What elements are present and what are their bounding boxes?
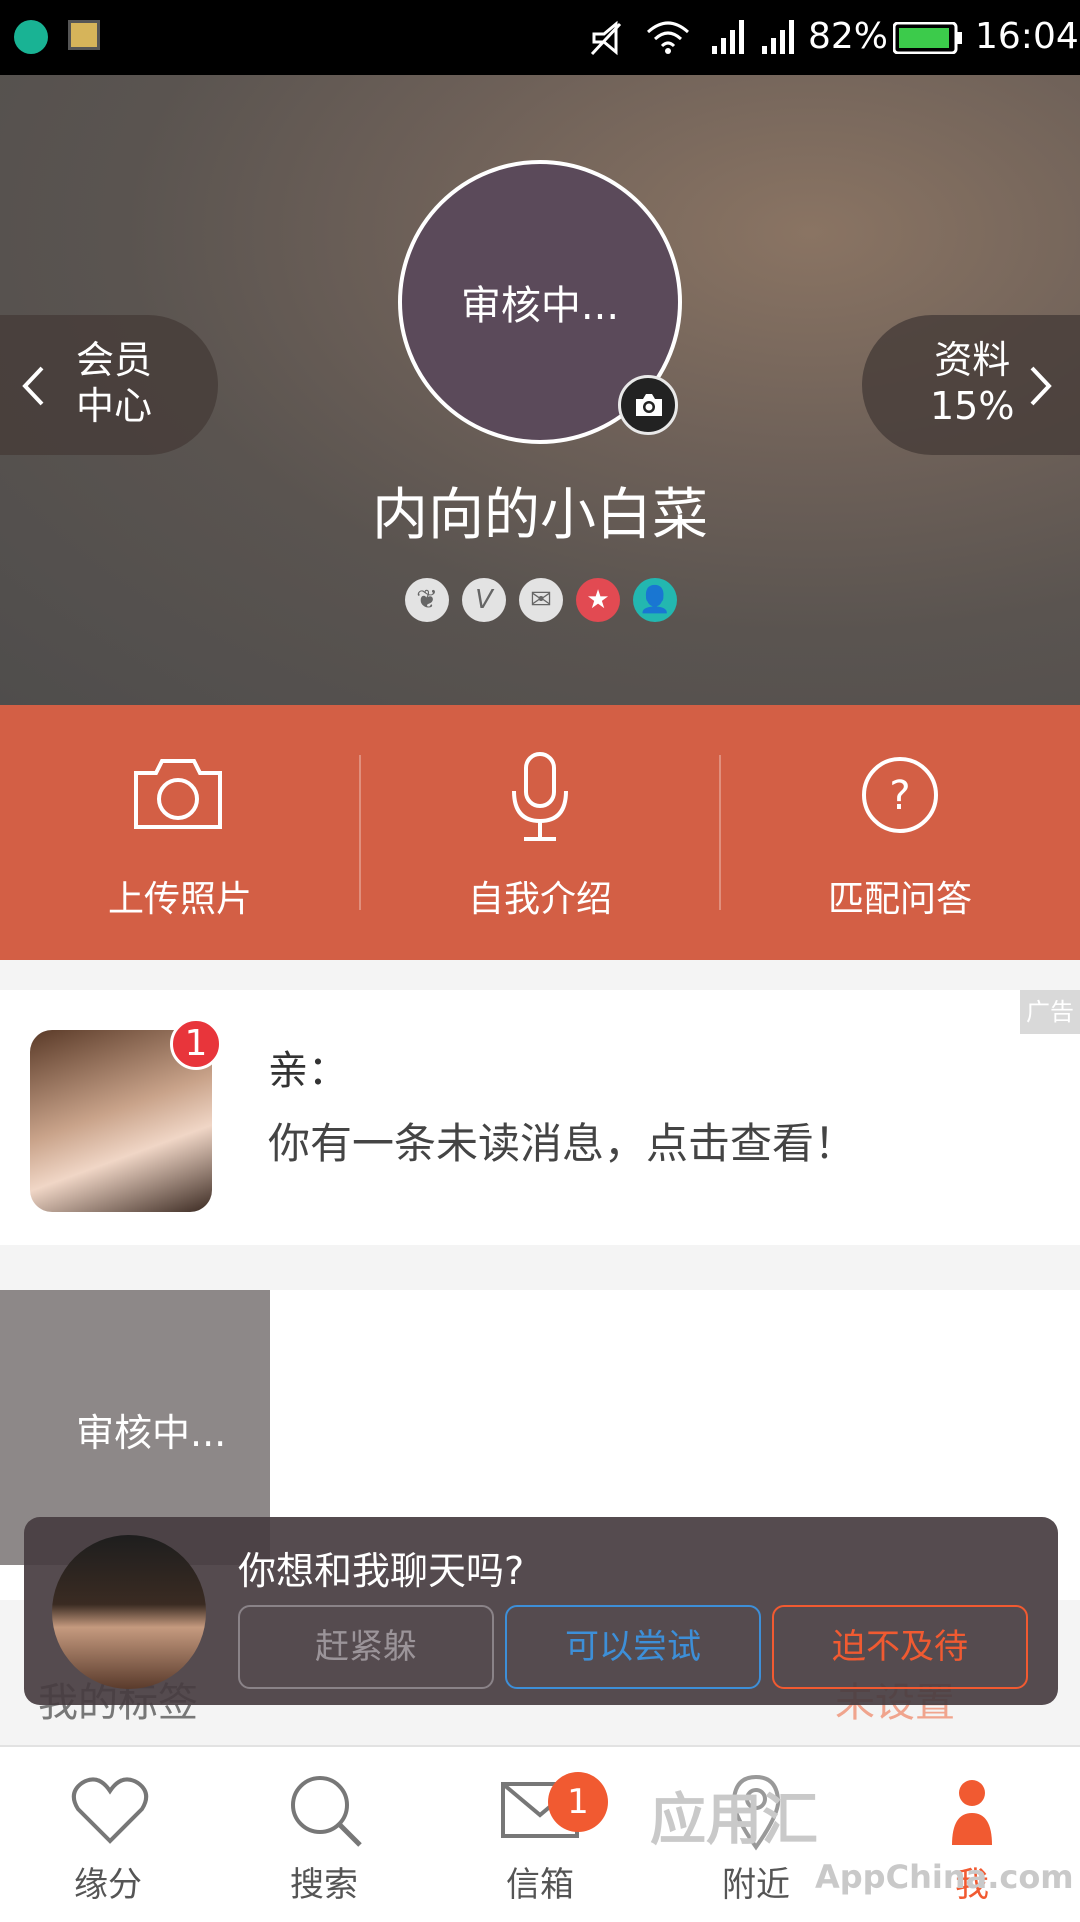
upload-photo-label: 上传照片 [107, 879, 252, 920]
tab-inbox[interactable]: 信箱 [432, 1747, 648, 1922]
chat-question: 你想和我聊天吗? [238, 1549, 525, 1593]
wifi-icon [646, 21, 690, 54]
user-icon [952, 1780, 992, 1845]
tab-search-label: 搜索 [290, 1865, 358, 1905]
tab-inbox-label: 信箱 [506, 1865, 574, 1905]
leaf-badge-icon[interactable]: ❦ [405, 578, 449, 622]
question-icon: ? [862, 757, 938, 833]
member-center-line2: 中心 [76, 384, 153, 428]
verified-user-badge-icon[interactable]: 👤 [633, 578, 677, 622]
camera-icon [134, 759, 222, 829]
watermark-subtitle: AppChina.com [815, 1858, 1074, 1896]
unread-badge: 1 [170, 1018, 222, 1070]
tab-search[interactable]: 搜索 [216, 1747, 432, 1922]
chat-user-avatar[interactable] [52, 1535, 206, 1689]
member-center-line1: 会员 [76, 338, 153, 382]
tab-fate-label: 缘分 [74, 1865, 142, 1905]
status-bar: 82% 16:04 [0, 0, 1080, 75]
self-intro-label: 自我介绍 [467, 879, 612, 920]
eager-chat-button[interactable]: 迫不及待 [772, 1605, 1028, 1689]
mail-badge-icon[interactable]: ✉ [519, 578, 563, 622]
heart-icon [71, 1777, 149, 1844]
username: 内向的小白菜 [372, 483, 708, 548]
watermark-logo: 应用汇 [650, 1788, 818, 1853]
cover-status: 审核中... [76, 1411, 227, 1455]
match-qa-button[interactable]: ? 匹配问答 [720, 705, 1080, 960]
match-qa-label: 匹配问答 [827, 879, 972, 920]
profile-title: 资料 [934, 338, 1011, 382]
profile-header: 会员 中心 审核中... 资料 15% 内向的小白菜 ❦ V ✉ ★ 👤 [0, 75, 1080, 705]
battery-percent: 82% [808, 16, 889, 57]
search-icon [291, 1776, 362, 1847]
tab-fate[interactable]: 缘分 [0, 1747, 216, 1922]
app-notification-icon [14, 20, 48, 54]
action-band: 上传照片 自我介绍 ? 匹配问答 [0, 705, 1080, 960]
vip-badge-icon[interactable]: V [462, 578, 506, 622]
chevron-left-icon [22, 366, 44, 406]
profile-completion-button[interactable]: 资料 15% [862, 315, 1080, 455]
chevron-right-icon [1030, 366, 1052, 406]
mute-icon [590, 20, 622, 56]
self-intro-button[interactable]: 自我介绍 [360, 705, 720, 960]
inbox-badge: 1 [548, 1772, 608, 1832]
badge-row: ❦ V ✉ ★ 👤 [405, 578, 690, 622]
message-title: 亲： [268, 1048, 348, 1094]
ad-label: 广告 [1020, 990, 1080, 1034]
battery-icon [893, 22, 962, 54]
image-notification-icon [68, 20, 100, 50]
message-text: 你有一条未读消息，点击查看！ [268, 1119, 857, 1168]
profile-percent: 15% [930, 384, 1015, 428]
clock: 16:04 [975, 16, 1079, 57]
change-avatar-button[interactable] [618, 375, 678, 435]
member-center-label: 会员 中心 [76, 337, 152, 429]
try-chat-button[interactable]: 可以尝试 [505, 1605, 761, 1689]
camera-icon [636, 394, 662, 416]
signal-icon-2 [762, 20, 794, 54]
upload-photo-button[interactable]: 上传照片 [0, 705, 360, 960]
hide-button[interactable]: 赶紧躲 [238, 1605, 494, 1689]
member-center-button[interactable]: 会员 中心 [0, 315, 218, 455]
star-badge-icon[interactable]: ★ [576, 578, 620, 622]
profile-label: 资料 15% [930, 337, 1014, 429]
svg-text:?: ? [889, 773, 910, 819]
signal-icon-1 [712, 20, 744, 54]
microphone-icon [512, 752, 568, 841]
